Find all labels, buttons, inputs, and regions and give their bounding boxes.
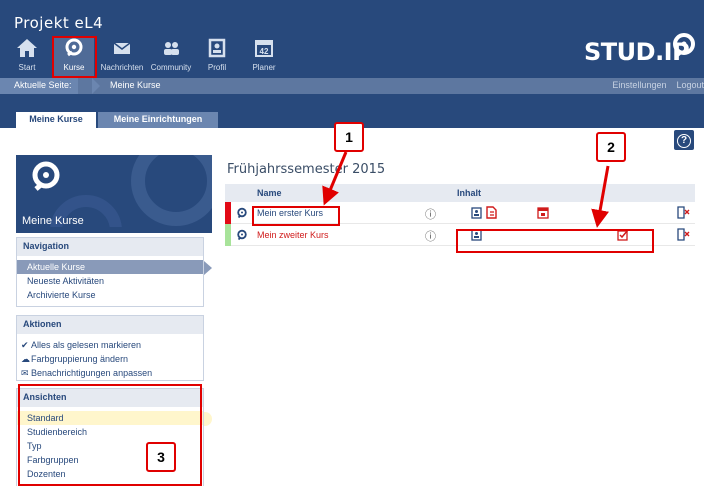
arrow-1: [322, 151, 348, 206]
annotation-arrows: [322, 151, 610, 228]
callout-2: 2: [596, 132, 626, 162]
callout-3: 3: [146, 442, 176, 472]
arrow-2: [591, 165, 610, 228]
screenshot-frame: Projekt eL4 Start Kurse Nachrichten Comm…: [0, 0, 704, 486]
callout-1: 1: [334, 122, 364, 152]
